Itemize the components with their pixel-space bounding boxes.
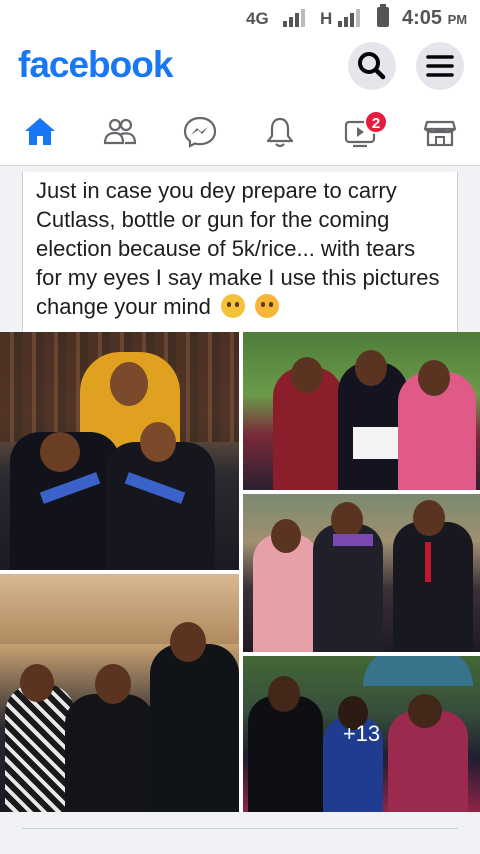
signal-icon [283, 9, 309, 27]
watch-badge: 2 [364, 110, 388, 134]
tab-watch[interactable]: 2 [320, 98, 400, 166]
tab-friends[interactable] [80, 98, 160, 166]
messenger-icon [183, 116, 217, 148]
status-time: 4:05 PM [402, 7, 467, 30]
post-bottom-divider [22, 828, 458, 829]
tab-notifications[interactable] [240, 98, 320, 166]
more-photos-count: +13 [342, 721, 381, 746]
marketplace-icon [423, 120, 457, 147]
bell-icon [266, 117, 294, 148]
time-value: 4:05 [402, 7, 443, 29]
network-type-label: 4G [246, 9, 269, 28]
post-body: Just in case you dey prepare to carry Cu… [36, 176, 446, 321]
menu-button[interactable] [416, 42, 464, 90]
main-nav: 2 [0, 98, 480, 166]
tab-messenger[interactable] [160, 98, 240, 166]
tab-home[interactable] [0, 98, 80, 166]
post-photo-2[interactable] [243, 332, 480, 490]
post-photo-3[interactable] [243, 494, 480, 652]
app-header: facebook [0, 36, 480, 98]
more-photos-overlay[interactable]: +13 [243, 656, 480, 812]
pleading-face-emoji-icon [221, 294, 246, 318]
post-photo-1[interactable] [0, 332, 239, 570]
home-icon [25, 118, 55, 145]
time-ampm: PM [447, 12, 468, 27]
signal-icon-2 [338, 9, 364, 27]
network-type-label-2: H [320, 9, 333, 28]
battery-icon [377, 4, 389, 27]
status-bar: 4G H 4:05 PM [0, 0, 480, 36]
friends-icon [103, 118, 137, 145]
search-button[interactable] [348, 42, 396, 90]
menu-icon [426, 55, 454, 77]
tab-marketplace[interactable] [400, 98, 480, 166]
facebook-logo[interactable]: facebook [18, 44, 173, 86]
crying-face-emoji-icon [255, 294, 280, 318]
post-photo-4[interactable] [0, 574, 239, 812]
search-icon [358, 52, 386, 80]
